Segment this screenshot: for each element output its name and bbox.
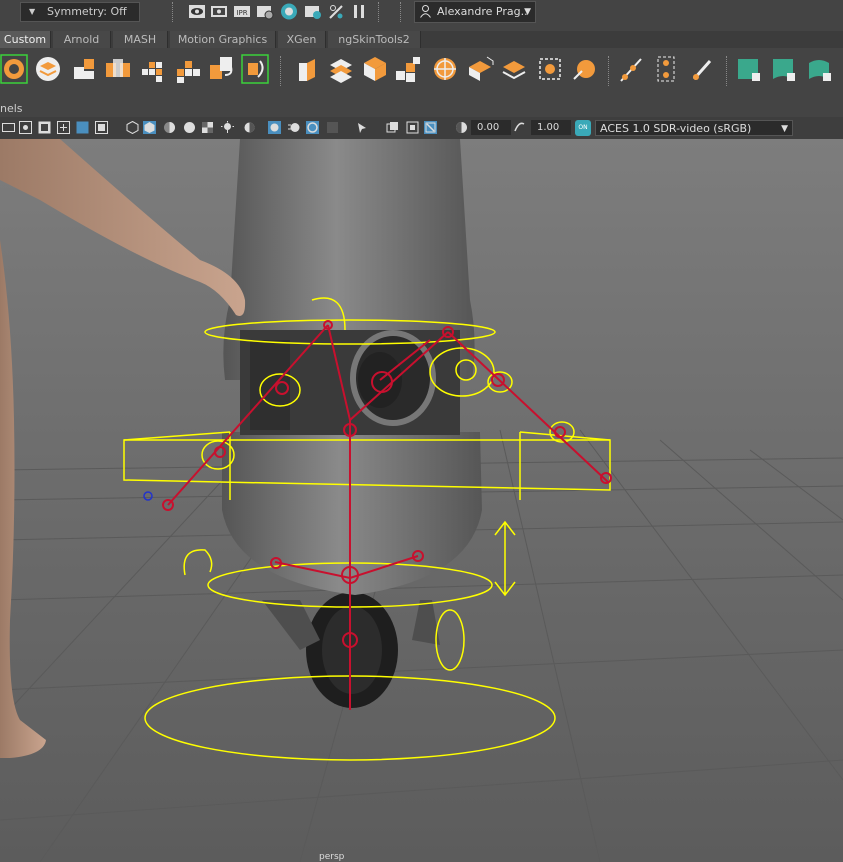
robot-body[interactable] xyxy=(222,139,482,595)
depth-of-field-icon[interactable] xyxy=(326,121,339,134)
separator xyxy=(378,2,381,22)
chevron-down-icon: ▼ xyxy=(524,7,531,17)
separator xyxy=(608,56,611,86)
layers-icon[interactable] xyxy=(326,53,356,85)
camera-name: persp xyxy=(319,852,345,862)
resolution-gate-icon[interactable] xyxy=(19,121,32,134)
blocks-stack-icon[interactable] xyxy=(173,53,203,85)
separator xyxy=(400,2,403,22)
render-settings-icon[interactable] xyxy=(256,3,274,20)
mirror-cube-icon[interactable] xyxy=(103,53,133,85)
wireframe-icon[interactable] xyxy=(126,121,139,134)
bounding-box-icon[interactable] xyxy=(536,53,566,85)
user-name: Alexandre Prag.. xyxy=(437,5,528,18)
gamma-icon[interactable] xyxy=(513,121,526,134)
default-material-icon[interactable] xyxy=(183,121,196,134)
hypershade-icon[interactable] xyxy=(280,3,298,20)
user-icon xyxy=(420,5,431,18)
ipr-text: IPR xyxy=(236,9,247,17)
scene-render[interactable] xyxy=(0,139,843,862)
select-joint-icon[interactable] xyxy=(0,53,30,85)
ngskin-mirror-icon[interactable] xyxy=(770,53,800,85)
pause-icon[interactable] xyxy=(350,3,368,20)
tab-custom[interactable]: Custom xyxy=(0,31,51,48)
shadows-icon[interactable] xyxy=(243,121,256,134)
textured-icon[interactable] xyxy=(201,121,214,134)
isolate-select-icon[interactable] xyxy=(356,121,369,134)
paint-weights-icon[interactable] xyxy=(688,53,718,85)
checker-cubes-icon[interactable] xyxy=(393,53,423,85)
symmetry-label: Symmetry: Off xyxy=(47,5,127,18)
ipr-icon[interactable]: IPR xyxy=(233,3,251,20)
viewport-toolbar: 0.00 1.00 ON ACES 1.0 SDR-video (sRGB) ▼ xyxy=(0,117,843,139)
grid-blocks-icon[interactable] xyxy=(139,53,169,85)
joint-tool-icon[interactable] xyxy=(617,53,647,85)
xray-icon[interactable] xyxy=(386,121,399,134)
show-icon[interactable] xyxy=(188,3,206,20)
wireframe-on-shaded-icon[interactable] xyxy=(163,121,176,134)
bind-skin-icon[interactable] xyxy=(240,53,270,85)
layer-stack-icon[interactable] xyxy=(34,53,64,85)
plane-stack-icon[interactable] xyxy=(499,53,529,85)
color-management-toggle[interactable]: ON xyxy=(575,120,591,136)
color-space-label: ACES 1.0 SDR-video (sRGB) xyxy=(600,122,752,135)
tab-xgen[interactable]: XGen xyxy=(278,31,326,48)
anti-aliasing-icon[interactable] xyxy=(306,121,319,134)
xray-joints-icon[interactable] xyxy=(406,121,419,134)
shelf-tab-bar: Custom Arnold MASH Motion Graphics XGen … xyxy=(0,31,843,48)
motion-blur-icon[interactable] xyxy=(288,121,301,134)
user-account-dropdown[interactable]: Alexandre Prag.. ▼ xyxy=(414,1,536,23)
sphere-arrow-icon[interactable] xyxy=(570,53,600,85)
gate-mask-icon[interactable] xyxy=(38,121,51,134)
rig-block-icon[interactable] xyxy=(291,53,321,85)
separator xyxy=(726,56,729,86)
panels-menu[interactable]: nels xyxy=(0,102,23,115)
xray-active-components-icon[interactable] xyxy=(424,121,437,134)
cube-icon[interactable] xyxy=(360,53,390,85)
tab-mash[interactable]: MASH xyxy=(113,31,168,48)
separator xyxy=(172,2,175,22)
status-line: ▼ Symmetry: Off IPR Alexandre Prag.. ▼ xyxy=(0,0,843,24)
viewport-persp[interactable]: persp xyxy=(0,139,843,862)
ik-handle-icon[interactable] xyxy=(652,53,682,85)
exposure-field[interactable]: 0.00 xyxy=(471,120,511,135)
tab-ngskintools2[interactable]: ngSkinTools2 xyxy=(328,31,421,48)
smooth-shade-icon[interactable] xyxy=(143,121,156,134)
film-gate-icon[interactable] xyxy=(2,121,15,134)
shelf xyxy=(0,48,843,92)
color-space-dropdown[interactable]: ACES 1.0 SDR-video (sRGB) ▼ xyxy=(595,120,793,136)
exposure-icon[interactable] xyxy=(455,121,468,134)
safe-title-icon[interactable] xyxy=(95,121,108,134)
lights-icon[interactable] xyxy=(221,121,234,134)
chevron-down-icon: ▼ xyxy=(781,124,788,134)
safe-action-icon[interactable] xyxy=(76,121,89,134)
symmetry-dropdown[interactable]: ▼ Symmetry: Off xyxy=(20,2,140,22)
tab-motion-graphics[interactable]: Motion Graphics xyxy=(170,31,276,48)
ngskin-relax-icon[interactable] xyxy=(806,53,836,85)
tab-arnold[interactable]: Arnold xyxy=(53,31,111,48)
box-split-icon[interactable] xyxy=(465,53,495,85)
gamma-field[interactable]: 1.00 xyxy=(531,120,571,135)
chevron-down-icon: ▼ xyxy=(29,7,36,16)
blocks-icon[interactable] xyxy=(70,53,100,85)
panels-menu-bar: nels xyxy=(0,101,843,117)
render-view-icon[interactable] xyxy=(304,3,322,20)
render-icon[interactable] xyxy=(210,3,228,20)
wheel-icon[interactable] xyxy=(430,53,460,85)
snap-icon[interactable] xyxy=(327,3,345,20)
copy-skin-icon[interactable] xyxy=(207,53,237,85)
screen-space-ao-icon[interactable] xyxy=(268,121,281,134)
ngskin-layer-icon[interactable] xyxy=(735,53,765,85)
separator xyxy=(280,56,283,86)
field-chart-icon[interactable] xyxy=(57,121,70,134)
